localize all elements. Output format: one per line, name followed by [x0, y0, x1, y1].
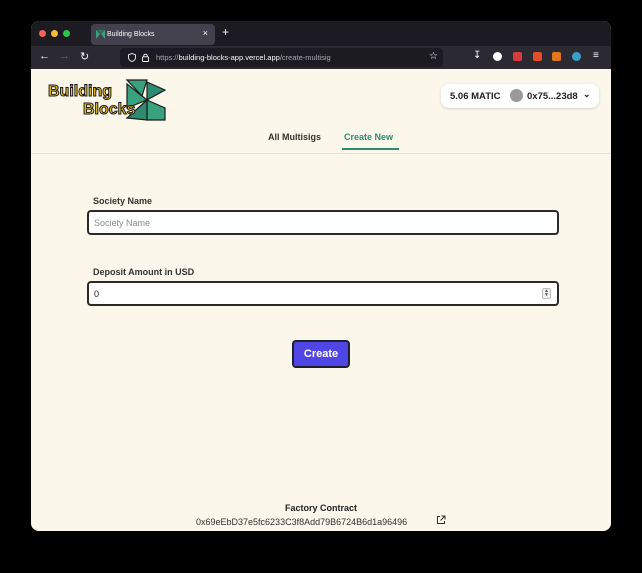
browser-window: Building Blocks × + ← → ↻ https://buildi…: [31, 21, 611, 531]
menu-icon[interactable]: ≡: [593, 50, 599, 61]
chevron-down-icon: ⌄: [583, 89, 591, 99]
browser-tab[interactable]: Building Blocks ×: [91, 24, 215, 45]
external-link-icon[interactable]: [436, 515, 446, 525]
url-path: /create-multisig: [279, 53, 331, 62]
back-icon[interactable]: ←: [39, 50, 50, 62]
society-name-input[interactable]: [87, 210, 559, 235]
title-bar: Building Blocks × +: [31, 21, 611, 46]
url-host: building-blocks-app.vercel.app: [178, 53, 280, 62]
create-button[interactable]: Create: [292, 340, 350, 368]
factory-contract-address: 0x69eEbD37e5fc6233C3f8Add79B6724B6d1a964…: [196, 517, 408, 527]
society-name-label: Society Name: [93, 196, 153, 206]
maximize-window-button[interactable]: [63, 30, 70, 37]
building-blocks-logo[interactable]: Building Blocks: [47, 78, 167, 122]
active-tab-indicator: [342, 148, 399, 150]
number-stepper[interactable]: ▲ ▼: [542, 288, 551, 299]
extension-icon[interactable]: [513, 52, 522, 61]
close-tab-icon[interactable]: ×: [203, 28, 208, 38]
download-icon[interactable]: ↧: [473, 50, 481, 61]
extension-icon[interactable]: [493, 52, 502, 61]
page-content: Building Blocks 5.06 MATIC 0x75...23d8 ⌄…: [31, 69, 611, 531]
tab-title: Building Blocks: [107, 31, 155, 38]
deposit-amount-label: Deposit Amount in USD: [93, 267, 195, 277]
wallet-address: 0x75...23d8: [527, 91, 578, 102]
reload-icon[interactable]: ↻: [80, 50, 89, 63]
url-bar[interactable]: https://building-blocks-app.vercel.app/c…: [120, 48, 443, 67]
navigation-bar: ← → ↻ https://building-blocks-app.vercel…: [31, 46, 611, 69]
url-text[interactable]: https://building-blocks-app.vercel.app/c…: [156, 53, 331, 62]
favicon-icon: [96, 30, 105, 39]
new-tab-button[interactable]: +: [222, 25, 229, 39]
extension-icon[interactable]: [533, 52, 542, 61]
bookmark-star-icon[interactable]: ☆: [429, 51, 438, 62]
extension-icon[interactable]: [572, 52, 581, 61]
deposit-amount-input[interactable]: [87, 281, 559, 306]
account-avatar: [510, 89, 523, 102]
logo-text-line2: Blocks: [83, 101, 136, 118]
wallet-balance: 5.06 MATIC: [450, 91, 501, 102]
header-divider: [31, 153, 611, 154]
shield-icon[interactable]: [128, 53, 136, 62]
tab-create-new[interactable]: Create New: [344, 132, 393, 142]
factory-contract-title: Factory Contract: [284, 503, 357, 513]
logo-text-line1: Building: [48, 83, 112, 100]
lock-icon[interactable]: [142, 53, 149, 62]
page-tabs: All Multisigs Create New: [31, 132, 611, 154]
metamask-icon[interactable]: [552, 52, 561, 61]
tab-all-multisigs[interactable]: All Multisigs: [268, 132, 321, 142]
url-scheme: https://: [156, 53, 179, 62]
minimize-window-button[interactable]: [51, 30, 58, 37]
close-window-button[interactable]: [39, 30, 46, 37]
wallet-button[interactable]: 5.06 MATIC 0x75...23d8 ⌄: [441, 84, 599, 108]
forward-icon[interactable]: →: [59, 50, 70, 62]
